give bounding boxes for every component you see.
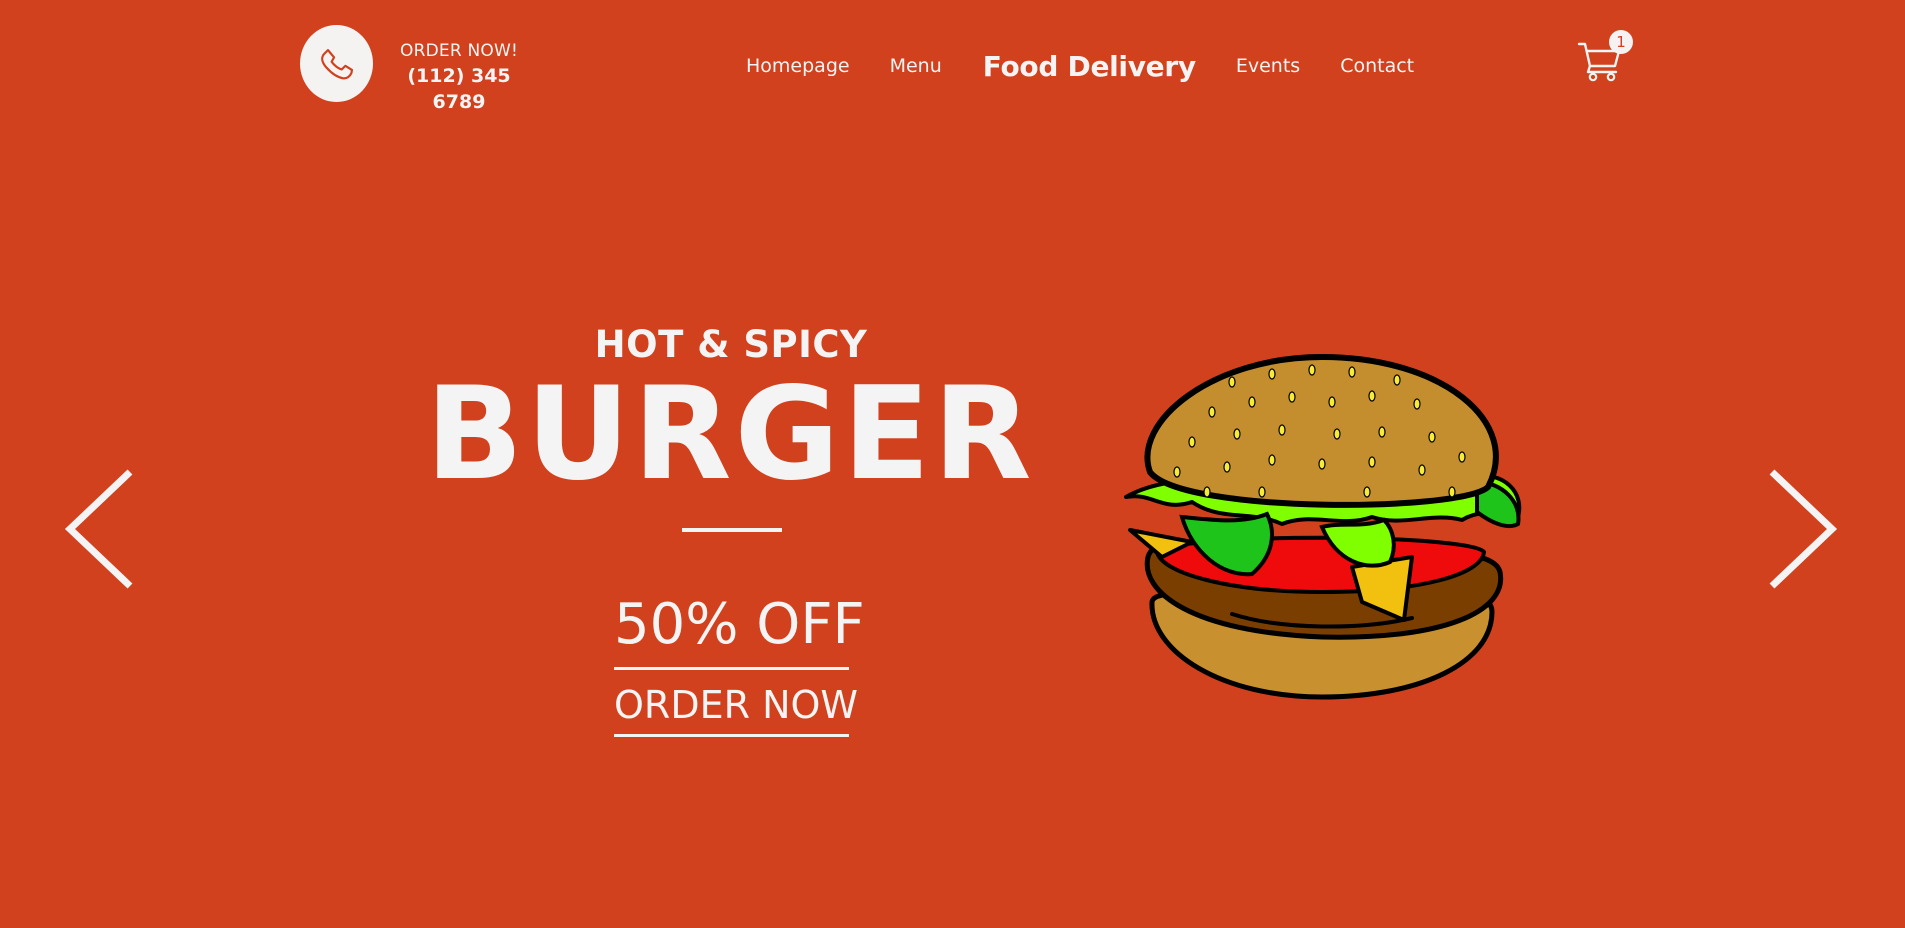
cart-count-badge: 1 [1609,30,1633,54]
chevron-left-icon[interactable] [64,468,136,590]
phone-button[interactable] [300,25,373,102]
chevron-right-icon[interactable] [1766,468,1838,590]
discount-text: 50% OFF [614,592,865,657]
order-now-underline [614,734,849,737]
burger-illustration [1124,353,1522,700]
order-now-button[interactable]: ORDER NOW [614,680,858,730]
nav-homepage[interactable]: Homepage [746,55,850,77]
order-contact: ORDER NOW! (112) 345 6789 [380,40,538,115]
nav-events[interactable]: Events [1236,55,1300,77]
hero-divider [682,528,782,532]
phone-icon [320,48,353,79]
main-nav: Homepage Menu Food Delivery Events Conta… [746,46,1414,86]
promo-divider [614,667,849,670]
nav-contact[interactable]: Contact [1340,55,1414,77]
phone-number[interactable]: (112) 345 6789 [380,63,538,115]
brand-logo-text[interactable]: Food Delivery [983,50,1196,83]
order-now-label: ORDER NOW! [400,41,518,61]
hero-title: BURGER [425,360,1035,509]
nav-menu[interactable]: Menu [890,55,942,77]
page: ORDER NOW! (112) 345 6789 Homepage Menu … [0,0,1905,928]
